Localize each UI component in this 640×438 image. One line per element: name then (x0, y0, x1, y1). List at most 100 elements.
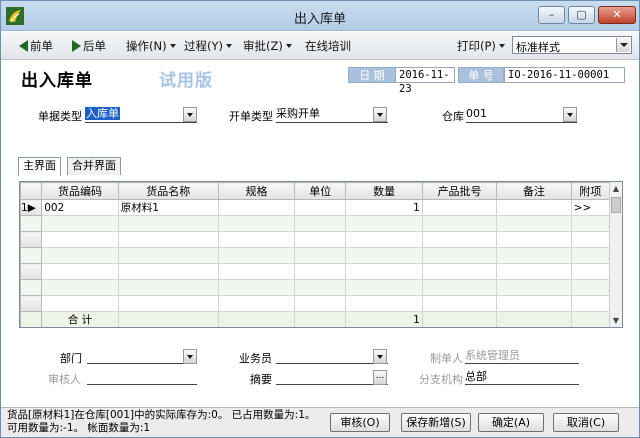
cell[interactable] (41, 231, 119, 248)
cell[interactable] (496, 263, 572, 280)
vertical-scrollbar[interactable]: ▲ ▼ (609, 182, 622, 327)
cell[interactable] (345, 231, 423, 248)
tab-main[interactable]: 主界面 (18, 157, 61, 176)
chevron-down-icon[interactable] (183, 107, 197, 122)
row-indicator[interactable] (20, 231, 43, 248)
cell[interactable] (117, 247, 219, 264)
maximize-button[interactable]: ▢ (568, 6, 595, 24)
table-row[interactable]: 1▶ 002 原材料1 1 >> (20, 199, 611, 216)
prev-button[interactable]: 前单 (19, 38, 53, 54)
row-indicator[interactable] (20, 247, 43, 264)
cell[interactable] (41, 263, 119, 280)
scroll-up-icon[interactable]: ▲ (610, 182, 622, 195)
table-row[interactable] (20, 295, 611, 312)
cell[interactable] (217, 215, 296, 232)
cell[interactable] (496, 295, 572, 312)
col-header[interactable]: 单位 (294, 182, 347, 200)
save-new-button[interactable]: 保存新增(S) (401, 413, 471, 432)
row-indicator[interactable] (20, 263, 43, 280)
process-menu[interactable]: 过程(Y) (184, 38, 232, 54)
table-row[interactable] (20, 231, 611, 248)
cell[interactable] (570, 295, 611, 312)
next-button[interactable]: 后单 (72, 38, 106, 54)
row-indicator[interactable] (20, 279, 43, 296)
table-row[interactable] (20, 263, 611, 280)
cell[interactable] (117, 231, 219, 248)
doc-type-select[interactable]: 入库单 (85, 106, 197, 123)
print-style-select[interactable]: 标准样式 (512, 36, 632, 54)
cell[interactable] (345, 279, 423, 296)
cell-code[interactable]: 002 (41, 199, 119, 216)
cell-note[interactable] (496, 199, 572, 216)
cell[interactable] (217, 263, 296, 280)
cell[interactable] (421, 279, 498, 296)
cell[interactable] (294, 295, 347, 312)
cell[interactable] (345, 215, 423, 232)
cell[interactable] (217, 231, 296, 248)
close-button[interactable]: ✕ (598, 6, 636, 24)
scroll-thumb[interactable] (611, 197, 621, 213)
cell[interactable] (570, 247, 611, 264)
cell-unit[interactable] (294, 199, 347, 216)
cell[interactable] (294, 231, 347, 248)
training-button[interactable]: 在线培训 (305, 38, 351, 54)
cell[interactable] (41, 247, 119, 264)
chevron-down-icon[interactable] (373, 349, 387, 364)
scroll-down-icon[interactable]: ▼ (610, 314, 622, 327)
cell[interactable] (496, 279, 572, 296)
cell[interactable] (41, 295, 119, 312)
tab-merge[interactable]: 合并界面 (67, 157, 121, 175)
chevron-down-icon[interactable] (616, 38, 630, 52)
cell[interactable] (117, 295, 219, 312)
table-row[interactable] (20, 215, 611, 232)
cell[interactable] (294, 279, 347, 296)
cell[interactable] (41, 215, 119, 232)
cell[interactable] (570, 279, 611, 296)
cell[interactable] (570, 263, 611, 280)
col-header[interactable]: 备注 (496, 182, 572, 200)
cell[interactable] (421, 247, 498, 264)
ellipsis-icon[interactable]: ... (373, 370, 387, 385)
col-header[interactable]: 产品批号 (421, 182, 498, 200)
print-menu[interactable]: 打印(P) (457, 38, 505, 54)
cell[interactable] (345, 295, 423, 312)
cell[interactable] (345, 247, 423, 264)
cell[interactable] (217, 295, 296, 312)
cell[interactable] (496, 215, 572, 232)
open-type-select[interactable]: 采购开单 (276, 106, 388, 123)
cell[interactable] (217, 279, 296, 296)
row-indicator[interactable] (20, 295, 43, 312)
cell-extra[interactable]: >> (570, 199, 611, 216)
cell[interactable] (294, 247, 347, 264)
number-field[interactable]: IO-2016-11-00001 (504, 67, 625, 83)
cell[interactable] (570, 231, 611, 248)
summary-input[interactable] (276, 369, 388, 385)
chevron-down-icon[interactable] (563, 107, 577, 122)
cell-batch[interactable] (421, 199, 498, 216)
col-header[interactable]: 数量 (345, 182, 423, 200)
row-indicator[interactable]: 1▶ (20, 199, 43, 216)
cancel-button[interactable]: 取消(C) (553, 413, 619, 432)
table-row[interactable] (20, 247, 611, 264)
chevron-down-icon[interactable] (373, 107, 387, 122)
operate-menu[interactable]: 操作(N) (126, 38, 176, 54)
cell[interactable] (217, 247, 296, 264)
cell[interactable] (41, 279, 119, 296)
cell[interactable] (421, 215, 498, 232)
col-header[interactable]: 货品名称 (117, 182, 219, 200)
chevron-down-icon[interactable] (183, 349, 197, 364)
cell[interactable] (294, 263, 347, 280)
col-header[interactable]: 货品编码 (41, 182, 119, 200)
cell[interactable] (117, 263, 219, 280)
audit-button[interactable]: 审核(O) (330, 413, 390, 432)
approve-menu[interactable]: 审批(Z) (243, 38, 292, 54)
cell[interactable] (570, 215, 611, 232)
minimize-button[interactable]: – (538, 6, 565, 24)
cell[interactable] (421, 263, 498, 280)
cell[interactable] (117, 215, 219, 232)
ok-button[interactable]: 确定(A) (478, 413, 544, 432)
cell[interactable] (117, 279, 219, 296)
col-header[interactable]: 附项 (570, 182, 611, 200)
cell-qty[interactable]: 1 (345, 199, 423, 216)
cell[interactable] (294, 215, 347, 232)
